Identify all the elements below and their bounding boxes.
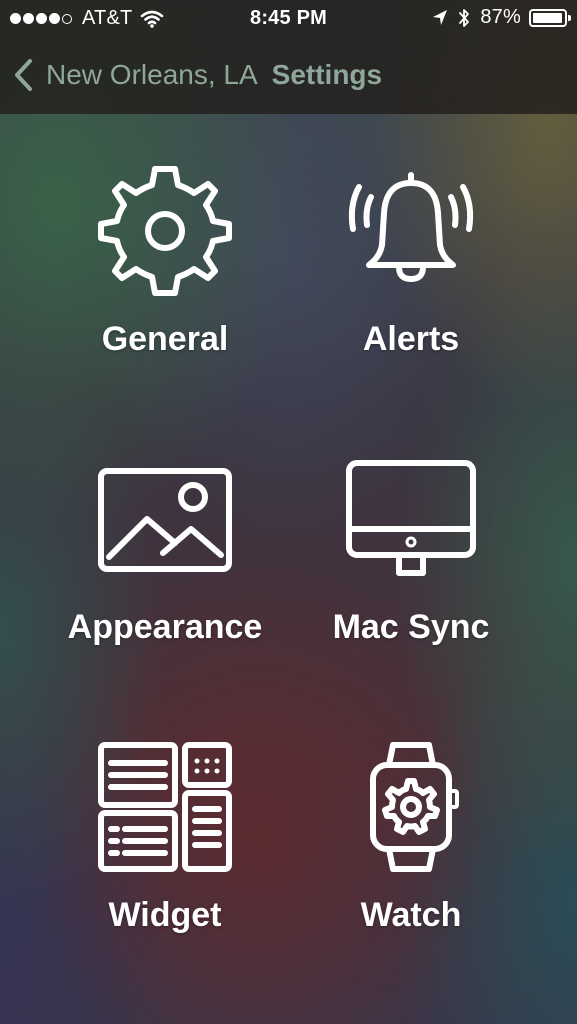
nav-row: New Orleans, LA Settings <box>0 50 577 100</box>
tile-alerts[interactable]: Alerts <box>286 156 536 426</box>
location-arrow-icon <box>433 9 448 25</box>
tile-label: Widget <box>108 896 222 934</box>
tile-watch[interactable]: Watch <box>286 732 536 1002</box>
tile-label: General <box>101 320 229 358</box>
tile-label: Alerts <box>362 320 460 358</box>
back-button[interactable]: New Orleans, LA <box>12 57 258 93</box>
status-right: 87% <box>432 6 571 29</box>
gear-icon <box>90 156 240 306</box>
back-label: New Orleans, LA <box>46 59 258 90</box>
tile-widget[interactable]: Widget <box>40 732 290 1002</box>
bell-icon <box>336 156 486 306</box>
image-icon <box>90 444 240 594</box>
watch-icon <box>336 732 486 882</box>
battery-percent: 87% <box>480 6 521 28</box>
monitor-icon <box>336 444 486 594</box>
tile-general[interactable]: General <box>40 156 290 426</box>
status-bar: AT&T 8:45 PM 87% <box>0 0 577 36</box>
tile-appearance[interactable]: Appearance <box>40 444 290 714</box>
widget-icon <box>90 732 240 882</box>
tile-mac-sync[interactable]: Mac Sync <box>286 444 536 714</box>
navigation-bar: AT&T 8:45 PM 87% New Orleans, LA Setting… <box>0 0 577 114</box>
tile-label: Mac Sync <box>332 608 490 646</box>
page-title: Settings <box>271 59 383 90</box>
chevron-left-icon <box>15 59 32 91</box>
tile-label: Watch <box>360 896 462 934</box>
settings-screen: AT&T 8:45 PM 87% New Orleans, LA Setting… <box>0 0 577 1024</box>
bluetooth-icon <box>459 8 470 27</box>
tile-label: Appearance <box>67 608 263 646</box>
battery-icon <box>529 8 571 27</box>
